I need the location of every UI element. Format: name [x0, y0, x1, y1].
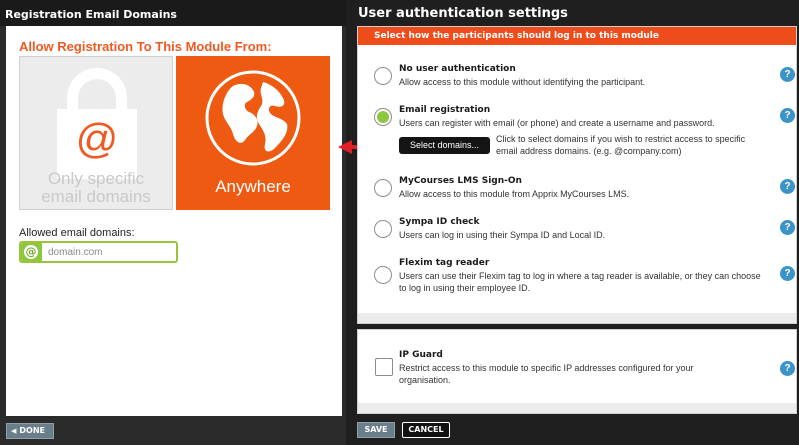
back-arrow-icon: ◀ [11, 427, 17, 435]
registration-email-domains-dialog: Registration Email Domains Allow Registr… [0, 0, 346, 445]
help-icon[interactable]: ? [780, 67, 795, 82]
domain-input[interactable] [48, 245, 173, 259]
radio-sympa-id-check[interactable] [374, 220, 392, 238]
allowed-email-domains-label: Allowed email domains: [19, 227, 135, 239]
select-domains-button[interactable]: Select domains... [399, 137, 490, 154]
radio-flexim-tag-reader[interactable] [374, 266, 392, 284]
select-domains-help-text: Click to select domains if you wish to r… [496, 134, 746, 156]
auth-options-card: Select how the participants should log i… [357, 26, 797, 324]
anywhere-option[interactable]: Anywhere [176, 56, 330, 210]
auth-settings-title: User authentication settings [358, 6, 568, 21]
allow-registration-heading: Allow Registration To This Module From: [19, 39, 272, 54]
dialog-title: Registration Email Domains [0, 0, 346, 26]
radio-email-registration[interactable] [374, 108, 392, 126]
radio-mycourses-lms[interactable] [374, 179, 392, 197]
dialog-body: Allow Registration To This Module From: … [6, 26, 342, 416]
save-button[interactable]: SAVE [357, 422, 395, 438]
only-specific-domains-option[interactable]: @ Only specific email domains [19, 56, 173, 210]
ip-guard-checkbox[interactable] [375, 358, 393, 376]
domain-input-wrapper: @ [19, 241, 178, 263]
auth-options-header: Select how the participants should log i… [358, 27, 796, 45]
help-icon[interactable]: ? [780, 179, 795, 194]
done-button[interactable]: ◀ DONE [6, 423, 54, 439]
help-icon[interactable]: ? [780, 220, 795, 235]
anywhere-option-label: Anywhere [215, 177, 291, 196]
ip-guard-card: IP Guard Restrict access to this module … [357, 329, 797, 414]
globe-icon [205, 70, 301, 166]
help-icon[interactable]: ? [780, 108, 795, 123]
specific-option-label: Only specific email domains [41, 169, 151, 206]
cancel-button[interactable]: CANCEL [402, 422, 450, 438]
help-icon[interactable]: ? [780, 361, 795, 376]
radio-no-user-authentication[interactable] [374, 67, 392, 85]
at-icon: @ [21, 243, 42, 261]
help-icon[interactable]: ? [780, 266, 795, 281]
